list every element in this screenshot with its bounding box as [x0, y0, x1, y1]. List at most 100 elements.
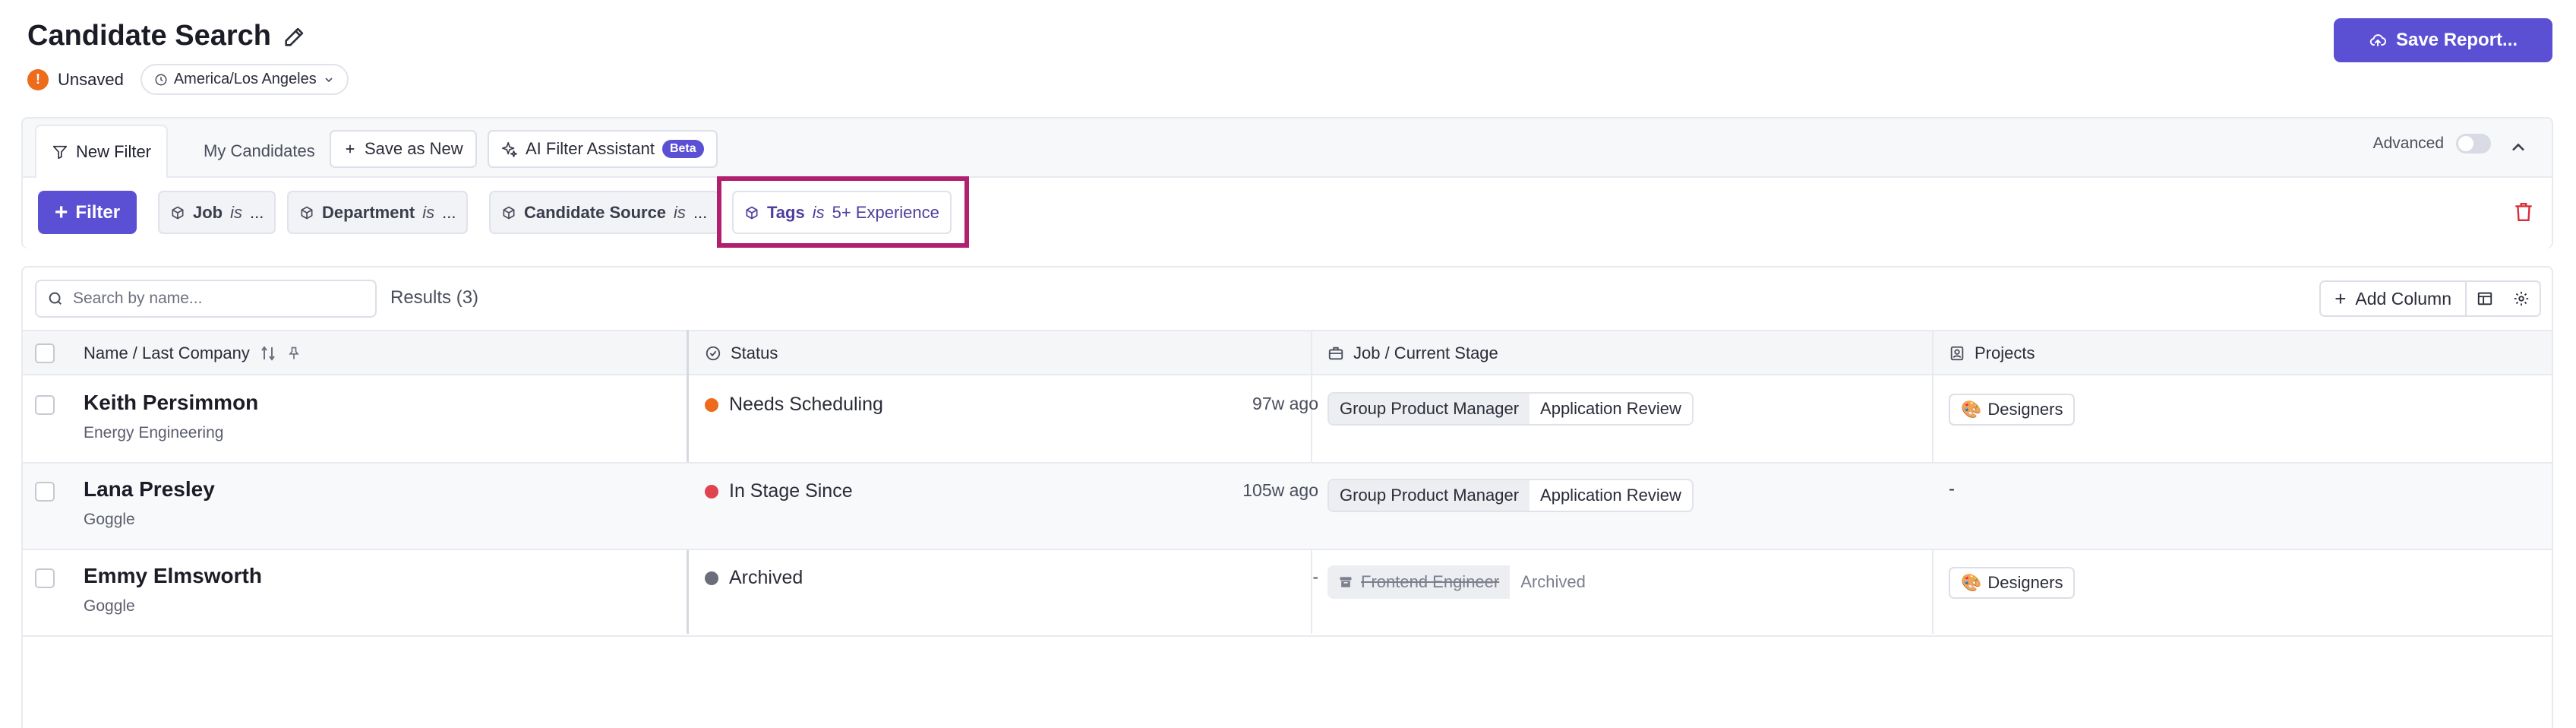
- project-badge[interactable]: 🎨 Designers: [1949, 567, 2076, 599]
- status-label: In Stage Since: [729, 480, 853, 502]
- save-as-new-button[interactable]: Save as New: [330, 130, 477, 168]
- chevron-up-icon[interactable]: [2508, 137, 2529, 158]
- job-stage-pill-archived[interactable]: Frontend Engineer Archived: [1327, 565, 1596, 599]
- column-header-projects[interactable]: Projects: [1949, 331, 2035, 375]
- filter-chip-operator: is: [674, 202, 686, 222]
- advanced-label: Advanced: [2372, 135, 2444, 152]
- candidate-name[interactable]: Lana Presley: [84, 477, 215, 502]
- filter-tabs: New Filter My Candidates Save as New AI …: [23, 119, 2552, 178]
- candidate-name[interactable]: Emmy Elmsworth: [84, 564, 262, 588]
- candidate-name[interactable]: Keith Persimmon: [84, 391, 258, 415]
- select-all-checkbox[interactable]: [35, 331, 55, 375]
- status-elapsed: 105w ago: [1242, 480, 1318, 500]
- filter-chip-value: ...: [442, 202, 456, 222]
- advanced-toggle[interactable]: [2456, 134, 2491, 154]
- highlight-box: [717, 176, 969, 248]
- column-header-name[interactable]: Name / Last Company: [84, 331, 301, 375]
- status-elapsed: 97w ago: [1252, 394, 1318, 413]
- timezone-label: America/Los Angeles: [173, 71, 317, 87]
- advanced-toggle-group: Advanced: [2373, 134, 2491, 154]
- report-status-row: ! Unsaved America/Los Angeles: [27, 64, 349, 95]
- project-badge[interactable]: 🎨 Designers: [1949, 394, 2076, 426]
- tab-new-filter-label: New Filter: [76, 142, 152, 161]
- row-checkbox[interactable]: [35, 568, 55, 588]
- project-name: Designers: [1987, 400, 2063, 419]
- candidate-status: Archived: [705, 567, 803, 589]
- palette-icon: 🎨: [1961, 573, 1982, 592]
- save-report-button[interactable]: Save Report...: [2334, 18, 2552, 62]
- filter-chip-department[interactable]: Department is ...: [287, 191, 469, 234]
- plus-icon: [346, 144, 355, 154]
- search-icon: [49, 292, 62, 305]
- tab-my-candidates[interactable]: My Candidates: [188, 125, 330, 178]
- beta-badge: Beta: [661, 140, 704, 158]
- status-dot: [705, 397, 718, 412]
- cube-icon: [301, 206, 313, 219]
- job-stage-pill[interactable]: Group Product Manager Application Review: [1327, 479, 1694, 512]
- candidate-status: Needs Scheduling: [705, 394, 883, 416]
- filter-chip-operator: is: [230, 202, 243, 222]
- trash-icon[interactable]: [2514, 201, 2533, 223]
- cube-icon: [172, 206, 184, 219]
- add-column-button[interactable]: + Add Column: [2319, 280, 2467, 317]
- sort-icon[interactable]: [259, 344, 277, 362]
- filter-chip-candidate-source[interactable]: Candidate Source is ...: [489, 191, 720, 234]
- filter-chip-value: ...: [693, 202, 708, 222]
- column-header-name-label: Name / Last Company: [84, 343, 250, 362]
- check-circle-icon: [706, 346, 721, 361]
- results-panel: Results (3) + Add Column Name / Last Com…: [21, 266, 2553, 728]
- search-input[interactable]: [73, 290, 361, 308]
- plus-icon: +: [54, 199, 68, 225]
- stage-name: Application Review: [1540, 399, 1681, 418]
- pencil-icon[interactable]: [282, 24, 308, 49]
- table-row[interactable]: Lana Presley Goggle In Stage Since 105w …: [23, 464, 2552, 550]
- add-filter-button[interactable]: + Filter: [38, 191, 137, 234]
- gear-icon: [2514, 291, 2529, 306]
- column-header-job[interactable]: Job / Current Stage: [1327, 331, 1498, 375]
- status-label: Needs Scheduling: [729, 394, 883, 415]
- briefcase-icon: [1328, 347, 1343, 360]
- timezone-selector[interactable]: America/Los Angeles: [140, 64, 349, 95]
- row-checkbox[interactable]: [35, 395, 55, 415]
- add-filter-label: Filter: [75, 201, 121, 223]
- sparkle-icon: [502, 141, 517, 157]
- candidate-company: Goggle: [84, 597, 135, 615]
- job-stage-pill[interactable]: Group Product Manager Application Review: [1327, 392, 1694, 426]
- table-layout-button[interactable]: [2467, 280, 2505, 317]
- pin-icon[interactable]: [286, 345, 301, 362]
- status-dot: [705, 571, 718, 585]
- table-row[interactable]: Emmy Elmsworth Goggle Archived - Fronten…: [23, 550, 2552, 637]
- search-box[interactable]: [35, 280, 377, 318]
- chevron-down-icon: [325, 77, 333, 82]
- ai-filter-assistant-button[interactable]: AI Filter Assistant Beta: [488, 130, 718, 168]
- filter-chip-field: Job: [193, 202, 223, 222]
- table-header: Name / Last Company Status Job / Current…: [23, 330, 2552, 375]
- save-report-label: Save Report...: [2395, 30, 2518, 50]
- candidate-company: Energy Engineering: [84, 424, 224, 442]
- column-header-status-label: Status: [731, 343, 778, 362]
- filter-chip-value: ...: [250, 202, 264, 222]
- job-name-label: Frontend Engineer: [1361, 572, 1500, 591]
- filter-chips-row: + Filter Job is ... Department is ... Ca…: [23, 178, 2552, 248]
- table-row[interactable]: Keith Persimmon Energy Engineering Needs…: [23, 377, 2552, 464]
- column-header-status[interactable]: Status: [705, 331, 778, 375]
- status-label: Archived: [729, 567, 803, 588]
- project-icon: [1950, 346, 1964, 361]
- save-as-new-label: Save as New: [365, 139, 463, 158]
- filter-chip-job[interactable]: Job is ...: [158, 191, 276, 234]
- funnel-icon: [52, 145, 68, 160]
- add-column-label: Add Column: [2355, 288, 2451, 309]
- table-settings-button[interactable]: [2503, 280, 2541, 317]
- filter-chip-operator: is: [422, 202, 435, 222]
- project-empty: -: [1949, 479, 1955, 499]
- status-elapsed: -: [1312, 567, 1318, 587]
- plus-icon: +: [2334, 287, 2347, 310]
- cloud-upload-icon: [2369, 34, 2386, 46]
- row-checkbox[interactable]: [35, 482, 55, 502]
- job-name: Frontend Engineer: [1327, 565, 1511, 599]
- job-name: Group Product Manager: [1329, 394, 1530, 424]
- tab-new-filter[interactable]: New Filter: [35, 125, 169, 178]
- palette-icon: 🎨: [1961, 400, 1982, 419]
- archive-icon: [1340, 577, 1352, 587]
- page-title: Candidate Search: [27, 20, 308, 52]
